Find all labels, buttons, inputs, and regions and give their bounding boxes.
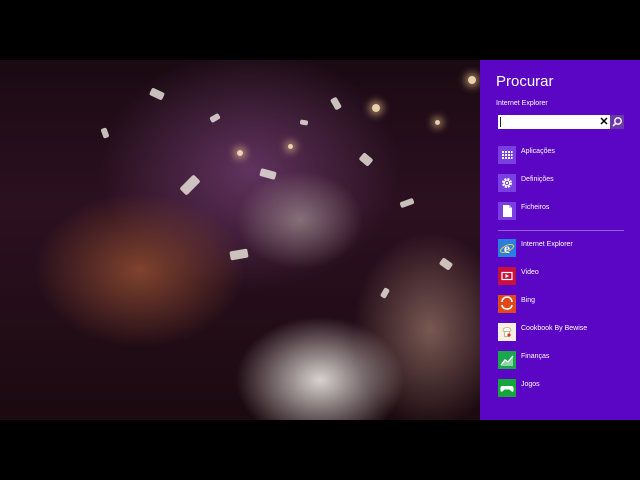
category-settings[interactable]: Definições [498, 173, 628, 193]
search-scope-label[interactable]: Internet Explorer [496, 100, 548, 107]
confetti-piece [299, 119, 309, 126]
app-result-internet-explorer[interactable]: e Internet Explorer [498, 238, 628, 258]
search-box: ✕ [498, 115, 624, 129]
background-video-frame [0, 60, 480, 420]
file-icon [498, 202, 516, 220]
text-caret [500, 117, 501, 127]
confetti-piece [100, 127, 110, 139]
game-controller-icon [498, 379, 516, 397]
category-label: Definições [521, 176, 554, 183]
category-files[interactable]: Ficheiros [498, 201, 628, 221]
confetti-piece [438, 257, 454, 271]
confetti-piece [179, 174, 201, 196]
letterbox-bottom [0, 420, 640, 480]
divider [498, 230, 624, 231]
confetti-piece [148, 87, 166, 101]
finance-chart-icon [498, 351, 516, 369]
app-label: Video [521, 269, 539, 276]
search-charm-pane: Procurar Internet Explorer ✕ Aplicações … [480, 60, 640, 420]
app-label: Bing [521, 297, 536, 304]
video-icon [498, 267, 516, 285]
confetti-piece [399, 197, 415, 209]
light-bokeh [288, 144, 293, 149]
app-label: Finanças [521, 353, 550, 360]
category-label: Ficheiros [521, 204, 550, 211]
clear-search-button[interactable]: ✕ [598, 115, 610, 129]
light-bokeh [468, 76, 476, 84]
confetti-piece [358, 152, 374, 167]
app-label: Cookbook By Bewise [521, 325, 588, 332]
cookbook-icon [498, 323, 516, 341]
internet-explorer-icon: e [498, 239, 516, 257]
search-icon [612, 117, 622, 127]
confetti-piece [379, 287, 391, 299]
app-label: Internet Explorer [521, 241, 573, 248]
confetti-piece [259, 168, 277, 180]
app-result-cookbook[interactable]: Cookbook By Bewise [498, 322, 628, 342]
app-result-finance[interactable]: Finanças [498, 350, 628, 370]
light-bokeh [372, 104, 380, 112]
bing-icon [498, 295, 516, 313]
search-input[interactable] [498, 115, 597, 129]
app-result-video[interactable]: Video [498, 266, 628, 286]
category-label: Aplicações [521, 148, 555, 155]
confetti-piece [229, 248, 249, 261]
close-icon: ✕ [599, 116, 609, 128]
app-label: Jogos [521, 381, 540, 388]
pane-title: Procurar [496, 73, 554, 90]
search-button[interactable] [610, 115, 624, 129]
app-result-games[interactable]: Jogos [498, 378, 628, 398]
confetti-piece [209, 112, 221, 124]
gear-icon [498, 174, 516, 192]
confetti-piece [329, 96, 343, 111]
letterbox-top [0, 0, 640, 60]
app-result-bing[interactable]: Bing [498, 294, 628, 314]
apps-grid-icon [498, 146, 516, 164]
light-bokeh [435, 120, 440, 125]
light-bokeh [237, 150, 243, 156]
category-apps[interactable]: Aplicações [498, 145, 628, 165]
